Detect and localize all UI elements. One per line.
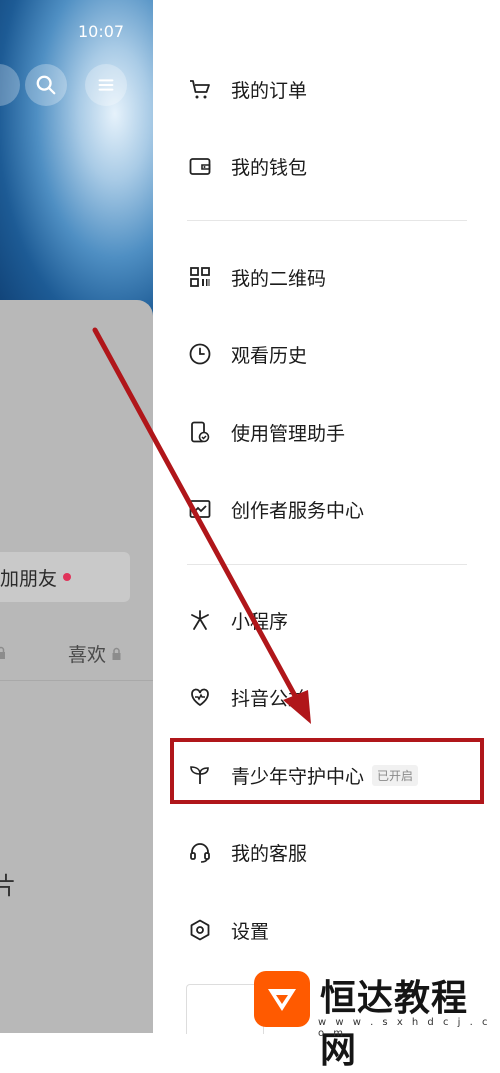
watermark-url: w w w . s x h d c j . c o m <box>318 1017 491 1039</box>
menu-item-mini-programs[interactable]: 小程序 <box>187 600 288 640</box>
qrcode-icon <box>187 264 213 290</box>
menu-item-customer-service[interactable]: 我的客服 <box>187 832 307 872</box>
divider <box>0 680 153 681</box>
menu-item-label: 设置 <box>231 920 270 943</box>
text-fragment: 片 <box>0 872 16 900</box>
watermark-logo <box>254 971 310 1027</box>
lock-icon <box>0 646 5 659</box>
phone-check-icon <box>187 419 213 445</box>
menu-item-label: 观看历史 <box>231 344 308 367</box>
menu-button[interactable] <box>85 64 127 106</box>
clock-icon <box>187 341 213 367</box>
likes-tab[interactable]: 喜欢 <box>68 640 122 667</box>
cart-icon <box>187 76 213 102</box>
menu-item-label: 我的客服 <box>231 842 308 865</box>
likes-label: 喜欢 <box>68 644 107 666</box>
menu-item-history[interactable]: 观看历史 <box>187 334 307 374</box>
menu-item-settings[interactable]: 设置 <box>187 910 269 950</box>
notification-dot <box>63 573 72 581</box>
lock-icon <box>112 647 121 660</box>
chart-icon <box>187 496 213 522</box>
annotation-highlight-box <box>170 738 484 804</box>
search-button[interactable] <box>25 64 67 106</box>
add-friend-label: 加朋友 <box>0 567 58 590</box>
add-friend-button[interactable]: 加朋友 <box>0 552 130 602</box>
menu-item-creator-center[interactable]: 创作者服务中心 <box>187 489 364 529</box>
menu-item-label: 我的钱包 <box>231 156 308 179</box>
menu-item-label: 使用管理助手 <box>231 422 346 445</box>
menu-item-wallet[interactable]: 我的钱包 <box>187 146 307 186</box>
wallet-icon <box>187 153 213 179</box>
status-time: 10:07 <box>78 22 125 41</box>
menu-item-orders[interactable]: 我的订单 <box>187 69 307 109</box>
menu-item-label: 创作者服务中心 <box>231 499 365 522</box>
menu-divider <box>187 564 467 565</box>
side-drawer: 我的订单 我的钱包 我的二维码 观看历史 使用管理助手 创作者服务中心 小程序 … <box>153 0 500 1034</box>
menu-item-label: 我的订单 <box>231 79 308 102</box>
site-watermark: 恒达教程网 w w w . s x h d c j . c o m <box>254 967 500 1071</box>
search-icon <box>36 75 56 95</box>
menu-divider <box>187 220 467 221</box>
menu-item-label: 抖音公益 <box>231 687 308 710</box>
profile-cover <box>0 0 153 325</box>
asterisk-icon <box>187 607 213 633</box>
headset-icon <box>187 839 213 865</box>
bottom-partial-button[interactable] <box>186 984 264 1034</box>
background-profile-panel: 10:07 加朋友 喜欢 片 <box>0 0 153 1033</box>
menu-item-label: 小程序 <box>231 610 289 633</box>
hamburger-icon <box>98 79 114 91</box>
settings-icon <box>187 917 213 943</box>
menu-item-charity[interactable]: 抖音公益 <box>187 677 307 717</box>
menu-item-label: 我的二维码 <box>231 267 327 290</box>
menu-item-usage-assistant[interactable]: 使用管理助手 <box>187 412 345 452</box>
menu-item-qrcode[interactable]: 我的二维码 <box>187 257 326 297</box>
heart-hand-icon <box>187 684 213 710</box>
